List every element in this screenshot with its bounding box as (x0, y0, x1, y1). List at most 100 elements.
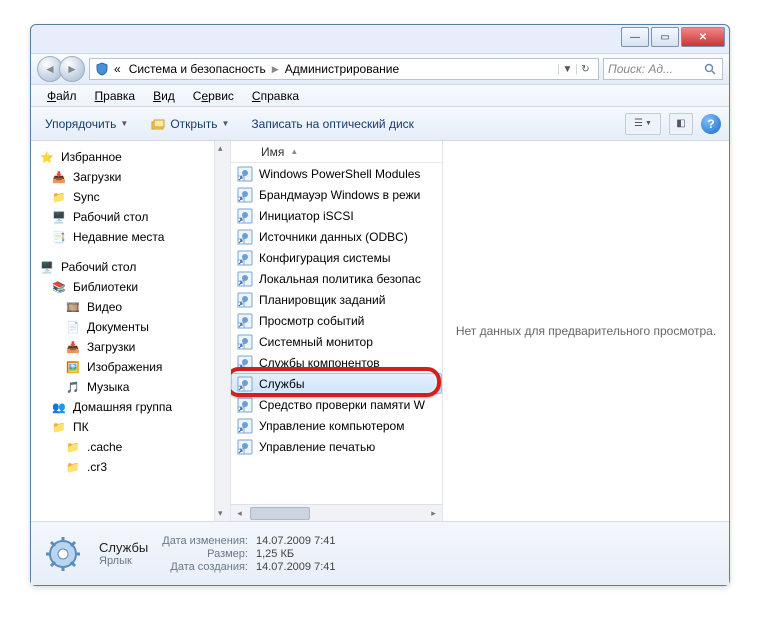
tree-desktop-fav[interactable]: 🖥️Рабочий стол (31, 207, 230, 227)
file-rows: Windows PowerShell Modules Брандмауэр Win… (231, 163, 442, 504)
details-type: Ярлык (99, 555, 148, 567)
organize-button[interactable]: Упорядочить▼ (39, 114, 134, 134)
file-item[interactable]: Планировщик заданий (231, 289, 442, 310)
shortcut-icon (237, 208, 253, 224)
menu-tools[interactable]: Сервис (185, 87, 242, 105)
tree-homegroup[interactable]: 👥Домашняя группа (31, 397, 230, 417)
desktop-icon: 🖥️ (39, 259, 55, 275)
search-box[interactable]: Поиск: Ад... (603, 58, 723, 80)
file-item[interactable]: Конфигурация системы (231, 247, 442, 268)
tree-cache[interactable]: 📁.cache (31, 437, 230, 457)
tree-downloads-lib[interactable]: 📥Загрузки (31, 337, 230, 357)
folder-icon: 📥 (65, 339, 81, 355)
tree-recent[interactable]: 📑Недавние места (31, 227, 230, 247)
burn-button[interactable]: Записать на оптический диск (245, 114, 420, 134)
file-item[interactable]: Инициатор iSCSI (231, 205, 442, 226)
horizontal-scrollbar[interactable]: ◂▸ (231, 504, 442, 521)
shortcut-icon (237, 166, 253, 182)
toolbar: Упорядочить▼ Открыть▼ Записать на оптиче… (31, 107, 729, 141)
address-dropdown-button[interactable]: ▼ (558, 64, 576, 75)
file-item-label: Windows PowerShell Modules (259, 167, 420, 181)
column-header-name[interactable]: Имя ▲ (231, 141, 442, 163)
tree-music[interactable]: 🎵Музыка (31, 377, 230, 397)
close-button[interactable]: ✕ (681, 27, 725, 47)
details-pane: Службы Ярлык Дата изменения: 14.07.2009 … (31, 521, 729, 585)
tree-videos[interactable]: 🎞️Видео (31, 297, 230, 317)
folder-icon: 📁 (51, 189, 67, 205)
menu-file[interactable]: Файл (39, 87, 85, 105)
tree-cr3[interactable]: 📁.cr3 (31, 457, 230, 477)
file-item[interactable]: Средство проверки памяти W (231, 394, 442, 415)
menu-view[interactable]: Вид (145, 87, 183, 105)
details-name: Службы (99, 540, 148, 555)
minimize-button[interactable]: — (621, 27, 649, 47)
details-size-label: Размер: (162, 548, 248, 560)
shortcut-icon (237, 271, 253, 287)
preview-pane-button[interactable]: ◧ (669, 113, 693, 135)
search-placeholder: Поиск: Ад... (608, 62, 673, 76)
file-item[interactable]: Windows PowerShell Modules (231, 163, 442, 184)
homegroup-icon: 👥 (51, 399, 67, 415)
breadcrumb-seg-1[interactable]: Система и безопасность (125, 62, 270, 76)
gear-icon (41, 532, 85, 576)
tree-favorites[interactable]: ⭐Избранное (31, 147, 230, 167)
tree-documents[interactable]: 📄Документы (31, 317, 230, 337)
tree-sync[interactable]: 📁Sync (31, 187, 230, 207)
tree-pictures[interactable]: 🖼️Изображения (31, 357, 230, 377)
help-button[interactable]: ? (701, 114, 721, 134)
shortcut-icon (237, 355, 253, 371)
forward-button[interactable]: ► (59, 56, 85, 82)
search-icon (702, 61, 718, 77)
menu-help[interactable]: Справка (244, 87, 307, 105)
tree-pc[interactable]: 📁ПК (31, 417, 230, 437)
picture-icon: 🖼️ (65, 359, 81, 375)
details-modified-value: 14.07.2009 7:41 (256, 535, 336, 547)
file-item[interactable]: Системный монитор (231, 331, 442, 352)
view-mode-button[interactable]: ☰ ▼ (625, 113, 661, 135)
chevron-right-icon: ▶ (270, 64, 281, 75)
tree-downloads[interactable]: 📥Загрузки (31, 167, 230, 187)
file-item[interactable]: Источники данных (ODBC) (231, 226, 442, 247)
file-item-label: Брандмауэр Windows в режи (259, 188, 420, 202)
file-item-label: Конфигурация системы (259, 251, 390, 265)
folder-icon: 📁 (65, 439, 81, 455)
maximize-button[interactable]: ▭ (651, 27, 679, 47)
menu-edit[interactable]: Правка (87, 87, 144, 105)
file-item[interactable]: Брандмауэр Windows в режи (231, 184, 442, 205)
file-item-label: Системный монитор (259, 335, 373, 349)
shortcut-icon (237, 439, 253, 455)
preview-empty-text: Нет данных для предварительного просмотр… (456, 324, 716, 338)
file-item[interactable]: Службы (231, 373, 442, 394)
folder-icon: 📥 (51, 169, 67, 185)
file-item[interactable]: Управление компьютером (231, 415, 442, 436)
file-item[interactable]: Просмотр событий (231, 310, 442, 331)
sidebar-scrollbar[interactable] (214, 141, 230, 521)
explorer-window: — ▭ ✕ ◄ ► « Система и безопасность ▶ Адм… (30, 24, 730, 586)
file-item-label: Службы (259, 377, 304, 391)
shortcut-icon (237, 250, 253, 266)
file-item[interactable]: Управление печатью (231, 436, 442, 457)
menu-bar: Файл Правка Вид Сервис Справка (31, 85, 729, 107)
file-item-label: Планировщик заданий (259, 293, 385, 307)
folder-icon: 📁 (65, 459, 81, 475)
breadcrumb-seg-2[interactable]: Администрирование (281, 62, 403, 76)
file-item-label: Управление компьютером (259, 419, 404, 433)
file-item[interactable]: Службы компонентов (231, 352, 442, 373)
library-icon: 📚 (51, 279, 67, 295)
shortcut-icon (237, 397, 253, 413)
body: ⭐Избранное 📥Загрузки 📁Sync 🖥️Рабочий сто… (31, 141, 729, 521)
file-item-label: Инициатор iSCSI (259, 209, 354, 223)
nav-tree: ⭐Избранное 📥Загрузки 📁Sync 🖥️Рабочий сто… (31, 141, 231, 521)
file-item-label: Службы компонентов (259, 356, 380, 370)
tree-libraries[interactable]: 📚Библиотеки (31, 277, 230, 297)
shortcut-icon (237, 334, 253, 350)
refresh-button[interactable]: ↻ (576, 64, 594, 75)
shortcut-icon (237, 313, 253, 329)
desktop-icon: 🖥️ (51, 209, 67, 225)
shortcut-icon (237, 292, 253, 308)
address-bar[interactable]: « Система и безопасность ▶ Администриров… (89, 58, 599, 80)
document-icon: 📄 (65, 319, 81, 335)
tree-desktop-root[interactable]: 🖥️Рабочий стол (31, 257, 230, 277)
open-button[interactable]: Открыть▼ (144, 113, 235, 135)
file-item[interactable]: Локальная политика безопас (231, 268, 442, 289)
